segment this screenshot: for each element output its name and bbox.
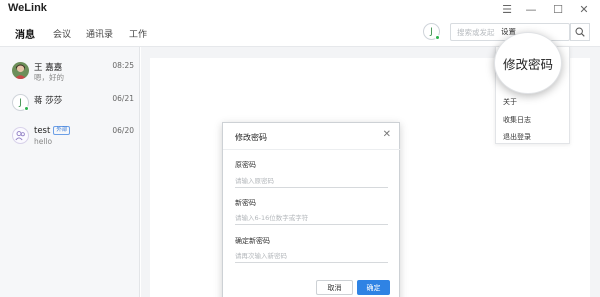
maximize-icon[interactable]: ☐: [549, 1, 567, 17]
change-password-label: 修改密码: [502, 56, 553, 72]
menu-item-about[interactable]: 关于: [503, 97, 517, 107]
user-avatar[interactable]: J: [423, 23, 440, 40]
tab-contacts[interactable]: 通讯录: [86, 27, 113, 40]
avatar-letter: J: [19, 97, 22, 108]
conversation-time: 08:25: [112, 61, 134, 70]
tab-messages[interactable]: 消息: [15, 26, 35, 41]
dialog-title: 修改密码: [235, 133, 267, 142]
conversation-item[interactable]: test 外部 hello 06/20: [0, 123, 140, 153]
conversation-time: 06/20: [112, 126, 134, 135]
new-password-field[interactable]: 请输入6-16位数字或字符: [235, 211, 388, 225]
conversation-title: test: [34, 126, 51, 136]
conversation-item[interactable]: 王 嘉嘉 嗯，好的 08:25: [0, 58, 140, 88]
avatar: J: [12, 94, 29, 111]
online-status-dot: [435, 35, 440, 40]
conversation-list: 王 嘉嘉 嗯，好的 08:25 J 蒋 莎莎 06/21 test 外部 hell…: [0, 47, 140, 297]
close-window-icon[interactable]: ✕: [575, 1, 593, 17]
minimize-icon[interactable]: —: [522, 1, 540, 17]
confirm-password-placeholder: 请再次输入新密码: [235, 252, 287, 260]
new-password-label: 新密码: [235, 199, 256, 207]
old-password-field[interactable]: 请输入原密码: [235, 174, 388, 188]
tab-meetings[interactable]: 会议: [53, 27, 71, 40]
cancel-button[interactable]: 取消: [316, 280, 353, 295]
confirm-password-field[interactable]: 请再次输入新密码: [235, 249, 388, 263]
tab-work[interactable]: 工作: [129, 27, 147, 40]
menu-item-collect-logs[interactable]: 收集日志: [503, 115, 531, 125]
menu-item-logout[interactable]: 退出登录: [503, 132, 531, 142]
dialog-divider: [223, 149, 401, 150]
menu-icon[interactable]: ☰: [498, 1, 516, 17]
group-icon: [12, 127, 29, 144]
conversation-name: test 外部: [34, 126, 71, 136]
conversation-time: 06/21: [112, 94, 134, 103]
change-password-dialog: 修改密码 ✕ 原密码 请输入原密码 新密码 请输入6-16位数字或字符 确定新密…: [222, 122, 401, 297]
close-icon[interactable]: ✕: [383, 129, 391, 140]
conversation-name: 蒋 莎莎: [34, 96, 63, 106]
new-password-placeholder: 请输入6-16位数字或字符: [235, 214, 309, 222]
confirm-button[interactable]: 确定: [357, 280, 390, 295]
old-password-placeholder: 请输入原密码: [235, 177, 274, 185]
external-badge: 外部: [53, 126, 71, 135]
title-bar: WeLink ☰ — ☐ ✕: [0, 0, 600, 20]
search-placeholder: 搜索或发起: [457, 28, 495, 37]
conversation-item[interactable]: J 蒋 莎莎 06/21: [0, 90, 140, 120]
avatar-letter: J: [430, 26, 433, 37]
conversation-preview: hello: [34, 137, 53, 146]
old-password-label: 原密码: [235, 161, 256, 169]
avatar: [12, 62, 29, 79]
search-icon: [575, 27, 585, 37]
search-button[interactable]: [570, 23, 590, 41]
online-status-dot: [24, 106, 29, 111]
conversation-preview: 嗯，好的: [34, 73, 64, 82]
confirm-password-label: 确定新密码: [235, 237, 270, 245]
app-title: WeLink: [8, 2, 47, 14]
menu-item-change-password[interactable]: 修改密码: [494, 32, 562, 94]
